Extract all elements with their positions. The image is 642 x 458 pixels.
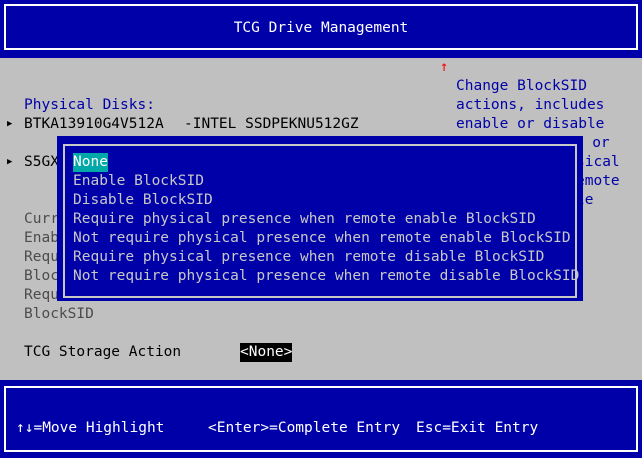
bullet-icon: ▶ — [7, 119, 13, 129]
help-line: Change BlockSID — [456, 78, 587, 94]
footer-enter-hint: <Enter>=Complete Entry — [208, 420, 401, 436]
option-not-require-pp-remote-disable[interactable]: Not require physical presence when remot… — [73, 267, 579, 286]
option-not-require-pp-remote-enable[interactable]: Not require physical presence when remot… — [73, 229, 571, 248]
bios-screen: TCG Drive Management ↑ Change BlockSID a… — [0, 0, 642, 458]
scroll-up-icon: ↑ — [440, 59, 449, 75]
footer-esc-hint: Esc=Exit Entry — [416, 420, 539, 436]
footer-move-hint: ↑↓=Move Highlight — [16, 420, 165, 436]
disk1-model[interactable]: -INTEL SSDPEKNU512GZ — [184, 115, 359, 134]
info-line: BlockSID — [24, 306, 94, 322]
page-title: TCG Drive Management — [233, 20, 409, 36]
option-require-pp-remote-disable[interactable]: Require physical presence when remote di… — [73, 248, 544, 267]
option-enable-blocksid[interactable]: Enable BlockSID — [73, 172, 204, 191]
help-panel: Change BlockSID actions, includes enable… — [456, 77, 604, 134]
disk2-serial[interactable]: S5GX — [24, 153, 59, 172]
info-line: Bloc — [24, 268, 59, 284]
disk1-serial[interactable]: BTKA13910G4V512A — [24, 115, 164, 134]
info-line: Requ — [24, 287, 59, 303]
option-none[interactable]: None — [73, 153, 108, 172]
option-disable-blocksid[interactable]: Disable BlockSID — [73, 191, 213, 210]
help-line: actions, includes — [456, 97, 605, 113]
info-line: Curr — [24, 211, 59, 227]
help-line: enable or disable — [456, 116, 605, 132]
info-line: Enab — [24, 230, 59, 246]
tcg-storage-action-value[interactable]: <None> — [240, 343, 293, 362]
bullet-icon: ▶ — [7, 157, 13, 167]
tcg-storage-action-label: TCG Storage Action — [24, 344, 182, 360]
blocksid-options-popup: None Enable BlockSID Disable BlockSID Re… — [57, 136, 583, 301]
footer-bar: ↑↓=Move Highlight <Enter>=Complete Entry… — [0, 380, 642, 458]
option-require-pp-remote-enable[interactable]: Require physical presence when remote en… — [73, 210, 536, 229]
physical-disks-heading: Physical Disks: — [24, 97, 155, 113]
info-line: Requ — [24, 249, 59, 265]
title-bar: TCG Drive Management — [0, 0, 642, 58]
